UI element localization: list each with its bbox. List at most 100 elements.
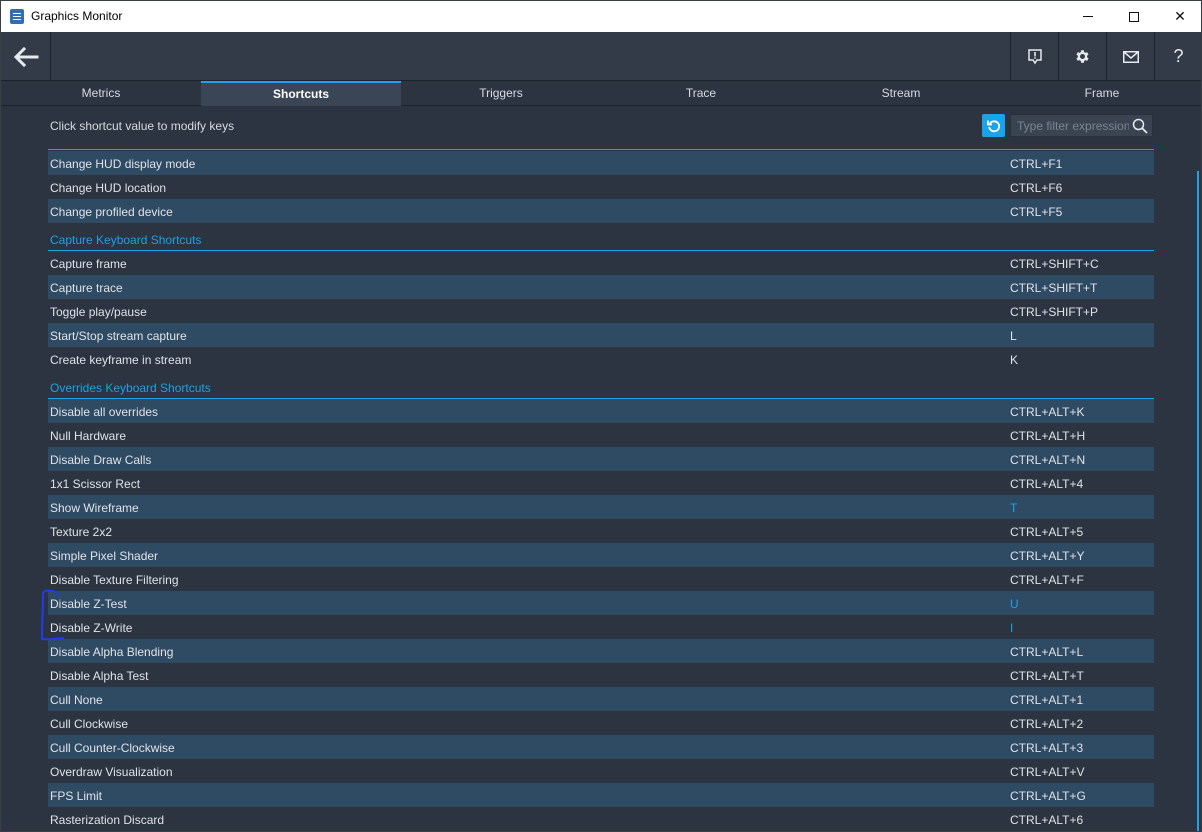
shortcut-name: Simple Pixel Shader [50, 549, 159, 563]
info-button[interactable] [1010, 32, 1058, 81]
scrollbar[interactable] [1197, 171, 1199, 831]
shortcut-row: Rasterization Discard CTRL+ALT+6 [48, 807, 1154, 831]
shortcut-name: Disable Alpha Blending [50, 645, 174, 659]
shortcut-key[interactable]: CTRL+ALT+Y [1010, 549, 1084, 563]
shortcut-row: Disable Alpha Blending CTRL+ALT+L [48, 639, 1154, 663]
info-icon [1027, 48, 1042, 64]
shortcut-row: Disable Z-Write I [48, 615, 1154, 639]
shortcut-row: Cull Clockwise CTRL+ALT+2 [48, 711, 1154, 735]
section-header-capture: Capture Keyboard Shortcuts [48, 223, 1154, 251]
shortcut-name: Rasterization Discard [50, 813, 165, 827]
shortcut-key[interactable]: CTRL+SHIFT+T [1010, 281, 1097, 295]
shortcut-name: Null Hardware [50, 429, 127, 443]
gear-icon [1076, 50, 1089, 63]
instruction-text: Click shortcut value to modify keys [50, 119, 235, 133]
tab-frame[interactable]: Frame [1001, 81, 1201, 106]
section-title: Capture Keyboard Shortcuts [50, 233, 202, 247]
shortcut-row: Disable Draw Calls CTRL+ALT+N [48, 447, 1154, 471]
filter-box [1010, 114, 1153, 137]
shortcut-name: Change HUD location [50, 181, 167, 195]
shortcut-row: Show Wireframe T [48, 495, 1154, 519]
maximize-icon [1129, 11, 1139, 22]
shortcut-row: Capture frame CTRL+SHIFT+C [48, 251, 1154, 275]
shortcut-row: Change HUD location CTRL+F6 [48, 175, 1154, 199]
shortcut-row: Start/Stop stream capture L [48, 323, 1154, 347]
shortcut-row: Null Hardware CTRL+ALT+H [48, 423, 1154, 447]
settings-button[interactable] [1058, 32, 1106, 81]
tab-trace[interactable]: Trace [601, 81, 801, 106]
shortcut-row: Overdraw Visualization CTRL+ALT+V [48, 759, 1154, 783]
shortcut-name: Start/Stop stream capture [50, 329, 187, 343]
shortcut-row: Change profiled device CTRL+F5 [48, 199, 1154, 223]
shortcut-key[interactable]: CTRL+ALT+T [1010, 669, 1084, 683]
shortcut-key[interactable]: CTRL+ALT+L [1010, 645, 1083, 659]
shortcut-key[interactable]: CTRL+ALT+5 [1010, 525, 1083, 539]
shortcut-name: Capture frame [50, 257, 127, 271]
maximize-button[interactable] [1111, 1, 1157, 32]
close-button[interactable]: ✕ [1157, 1, 1201, 32]
filter-input[interactable] [1017, 118, 1129, 133]
back-button[interactable] [1, 32, 51, 81]
shortcut-key[interactable]: CTRL+ALT+1 [1010, 693, 1083, 707]
shortcut-name: Create keyframe in stream [50, 353, 192, 367]
shortcut-name: Change HUD display mode [50, 157, 196, 171]
shortcut-row: Texture 2x2 CTRL+ALT+5 [48, 519, 1154, 543]
shortcut-key[interactable]: CTRL+ALT+N [1010, 453, 1085, 467]
shortcut-name: Capture trace [50, 281, 123, 295]
shortcut-key[interactable]: CTRL+ALT+3 [1010, 741, 1083, 755]
tab-triggers[interactable]: Triggers [401, 81, 601, 106]
shortcut-key[interactable]: CTRL+ALT+6 [1010, 813, 1083, 827]
shortcut-key[interactable]: CTRL+F6 [1010, 181, 1062, 195]
shortcut-key[interactable]: L [1010, 329, 1017, 343]
shortcut-key[interactable]: CTRL+ALT+V [1010, 765, 1084, 779]
reset-button[interactable] [982, 114, 1005, 137]
shortcut-key[interactable]: CTRL+ALT+4 [1010, 477, 1083, 491]
tab-shortcuts[interactable]: Shortcuts [201, 81, 401, 106]
shortcut-row: FPS Limit CTRL+ALT+G [48, 783, 1154, 807]
shortcut-row: Create keyframe in stream K [48, 347, 1154, 371]
shortcut-name: Disable Texture Filtering [50, 573, 179, 587]
shortcut-row: Disable Alpha Test CTRL+ALT+T [48, 663, 1154, 687]
shortcut-key[interactable]: CTRL+SHIFT+C [1010, 257, 1099, 271]
shortcut-row: Simple Pixel Shader CTRL+ALT+Y [48, 543, 1154, 567]
shortcut-name: Overdraw Visualization [50, 765, 173, 779]
shortcut-key[interactable]: CTRL+F5 [1010, 205, 1062, 219]
shortcut-key[interactable]: CTRL+ALT+K [1010, 405, 1084, 419]
shortcut-row: Disable all overrides CTRL+ALT+K [48, 399, 1154, 423]
shortcut-list: Change HUD display mode CTRL+F1 Change H… [48, 149, 1154, 831]
section-title: Overrides Keyboard Shortcuts [50, 381, 211, 395]
shortcut-key[interactable]: CTRL+F1 [1010, 157, 1062, 171]
shortcut-row: Disable Z-Test U [48, 591, 1154, 615]
shortcut-key[interactable]: CTRL+SHIFT+P [1010, 305, 1098, 319]
minimize-icon [1083, 16, 1093, 17]
shortcut-row: 1x1 Scissor Rect CTRL+ALT+4 [48, 471, 1154, 495]
shortcut-key[interactable]: CTRL+ALT+2 [1010, 717, 1083, 731]
search-icon[interactable] [1132, 118, 1148, 134]
close-icon: ✕ [1174, 8, 1186, 24]
shortcut-row: Disable Texture Filtering CTRL+ALT+F [48, 567, 1154, 591]
shortcut-key[interactable]: CTRL+ALT+F [1010, 573, 1084, 587]
help-icon: ? [1173, 46, 1184, 66]
shortcut-name: Disable Alpha Test [50, 669, 149, 683]
title-bar: Graphics Monitor ✕ [1, 1, 1201, 32]
tab-metrics[interactable]: Metrics [1, 81, 201, 106]
shortcut-name: Show Wireframe [50, 501, 139, 515]
tab-bar: Metrics Shortcuts Triggers Trace Stream … [1, 81, 1201, 106]
tab-stream[interactable]: Stream [801, 81, 1001, 106]
minimize-button[interactable] [1065, 1, 1111, 32]
feedback-button[interactable] [1106, 32, 1154, 81]
shortcut-key[interactable]: K [1010, 353, 1018, 367]
shortcut-key[interactable]: CTRL+ALT+H [1010, 429, 1085, 443]
help-button[interactable]: ? [1154, 32, 1201, 81]
shortcut-name: Change profiled device [50, 205, 173, 219]
shortcut-key-modified[interactable]: I [1010, 621, 1013, 635]
shortcut-key-modified[interactable]: U [1010, 597, 1019, 611]
shortcut-name: Cull Counter-Clockwise [50, 741, 175, 755]
shortcut-key[interactable]: CTRL+ALT+G [1010, 789, 1086, 803]
shortcut-key-modified[interactable]: T [1010, 501, 1017, 515]
section-header-overrides: Overrides Keyboard Shortcuts [48, 371, 1154, 399]
shortcut-row: Cull Counter-Clockwise CTRL+ALT+3 [48, 735, 1154, 759]
back-arrow-icon [13, 46, 38, 67]
shortcut-name: Cull None [50, 693, 103, 707]
shortcut-row: Capture trace CTRL+SHIFT+T [48, 275, 1154, 299]
